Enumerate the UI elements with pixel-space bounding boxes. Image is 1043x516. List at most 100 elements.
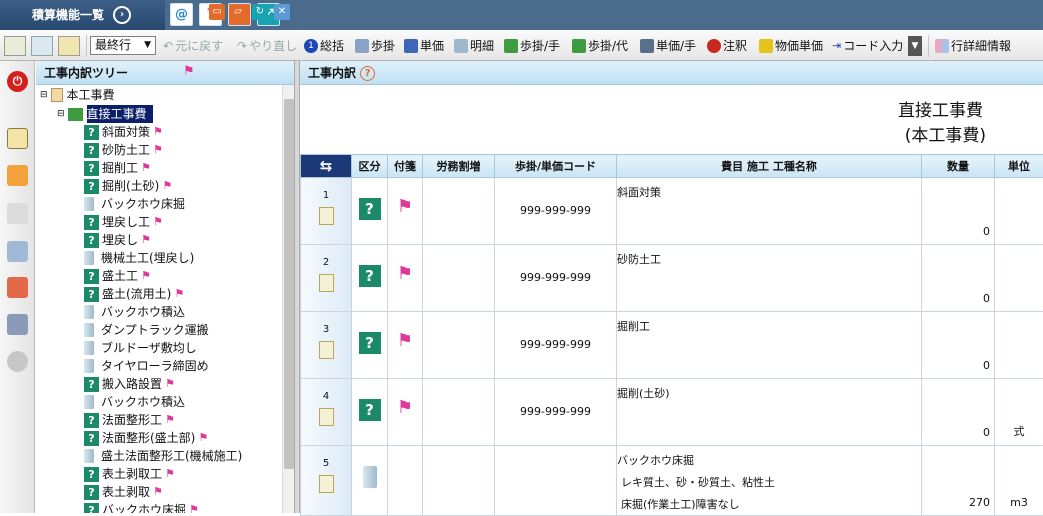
- tree-item[interactable]: ブルドーザ敷均し: [84, 339, 197, 357]
- flag-icon[interactable]: ⚑: [183, 64, 195, 79]
- flag-icon[interactable]: ⚑: [141, 159, 151, 177]
- annotation-button[interactable]: 注釈: [707, 37, 747, 55]
- tree-item[interactable]: ?掘削工⚑: [84, 159, 151, 177]
- table-row[interactable]: 2?⚑999-999-999砂防土工0: [301, 245, 1043, 312]
- settings-icon[interactable]: [7, 351, 28, 372]
- qty-cell[interactable]: 0: [922, 245, 995, 312]
- name-cell[interactable]: 掘削工: [617, 312, 922, 379]
- tools-icon[interactable]: [7, 277, 28, 298]
- name-cell[interactable]: 掘削(土砂): [617, 379, 922, 446]
- row-number-cell[interactable]: 3: [301, 312, 352, 379]
- unit-cell[interactable]: m3: [995, 446, 1043, 516]
- tree-item[interactable]: ダンプトラック運搬: [84, 321, 209, 339]
- qty-cell[interactable]: 0: [922, 312, 995, 379]
- flag-icon[interactable]: ⚑: [165, 375, 175, 393]
- tree-item[interactable]: ?搬入路設置⚑: [84, 375, 175, 393]
- flag-icon[interactable]: ⚑: [165, 411, 175, 429]
- help-icon[interactable]: ?: [360, 66, 375, 81]
- edit-icon[interactable]: [319, 207, 334, 225]
- tree-item[interactable]: ?表土剥取⚑: [84, 483, 163, 501]
- flag-icon[interactable]: ⚑: [162, 177, 172, 195]
- tree-item[interactable]: ?斜面対策⚑: [84, 123, 163, 141]
- home-icon[interactable]: [7, 165, 28, 186]
- summary-button[interactable]: 1総括: [304, 37, 344, 55]
- folder-open-icon[interactable]: ▱: [230, 4, 246, 20]
- insert-row-icon[interactable]: [31, 36, 53, 56]
- sticky-cell[interactable]: ⚑: [388, 379, 423, 446]
- row-position-select[interactable]: 最終行▼: [90, 36, 156, 55]
- tree-item[interactable]: ?埋戻し工⚑: [84, 213, 163, 231]
- tree-item[interactable]: ?表土剥取工⚑: [84, 465, 175, 483]
- edit-icon[interactable]: [319, 341, 334, 359]
- edit-icon[interactable]: [319, 408, 334, 426]
- unit-cell[interactable]: [995, 312, 1043, 379]
- table-row[interactable]: 1?⚑999-999-999斜面対策0: [301, 178, 1043, 245]
- flag-icon[interactable]: ⚑: [198, 429, 208, 447]
- code-input-button[interactable]: ⇥コード入力: [832, 37, 903, 55]
- bukake-button[interactable]: 歩掛: [355, 37, 395, 55]
- toolbar-more-dropdown[interactable]: ▼: [908, 36, 922, 56]
- row-detail-button[interactable]: 行詳細情報: [935, 37, 1011, 55]
- tree-item[interactable]: バックホウ床掘: [84, 195, 185, 213]
- tree-item[interactable]: ?バックホウ床掘⚑: [84, 501, 199, 513]
- reorder-icon[interactable]: ⇆: [301, 155, 352, 178]
- close-icon[interactable]: ✕: [274, 4, 290, 20]
- table-row[interactable]: 4?⚑999-999-999掘削(土砂)0式: [301, 379, 1043, 446]
- row-number-cell[interactable]: 1: [301, 178, 352, 245]
- unit-price-manual-button[interactable]: 単価/手: [640, 37, 696, 55]
- table-row[interactable]: 3?⚑999-999-999掘削工0: [301, 312, 1043, 379]
- folder-icon[interactable]: ▭: [209, 4, 225, 20]
- tree-item[interactable]: 盛土法面整形工(機械施工): [84, 447, 242, 465]
- tree-item[interactable]: ?掘削(土砂)⚑: [84, 177, 172, 195]
- unit-cell[interactable]: 式: [995, 379, 1043, 446]
- table-row[interactable]: 5バックホウ床掘レキ質土、砂・砂質土、粘性土床掘(作業土工)障害なし270m3: [301, 446, 1043, 516]
- price-book-button[interactable]: 物価単価: [759, 37, 823, 55]
- unit-cell[interactable]: [995, 178, 1043, 245]
- folder-icon[interactable]: [7, 241, 28, 262]
- app-title-menu[interactable]: 積算機能一覧 ›: [0, 0, 165, 30]
- row-number-cell[interactable]: 5: [301, 446, 352, 516]
- refresh-icon[interactable]: ↻: [252, 4, 268, 20]
- name-cell[interactable]: 砂防土工: [617, 245, 922, 312]
- flag-icon[interactable]: ⚑: [388, 196, 422, 217]
- flag-icon[interactable]: ⚑: [174, 285, 184, 303]
- tree-item[interactable]: ?砂防土工⚑: [84, 141, 163, 159]
- grid-icon[interactable]: [58, 36, 80, 56]
- undo-button[interactable]: ↶元に戻す: [163, 37, 223, 55]
- tree-root[interactable]: ⊟ 本工事費: [40, 86, 115, 104]
- row-number-cell[interactable]: 4: [301, 379, 352, 446]
- flag-icon[interactable]: ⚑: [388, 263, 422, 284]
- sticky-cell[interactable]: [388, 446, 423, 516]
- bukake-substitute-button[interactable]: 歩掛/代: [572, 37, 628, 55]
- tree-item[interactable]: バックホウ積込: [84, 393, 185, 411]
- scroll-thumb[interactable]: [284, 99, 294, 469]
- tree-item-selected[interactable]: ⊟ 直接工事費: [57, 105, 153, 123]
- collapse-icon[interactable]: ⊟: [57, 105, 65, 123]
- power-icon[interactable]: ⏻: [7, 71, 28, 92]
- flag-icon[interactable]: ⚑: [153, 483, 163, 501]
- flag-icon[interactable]: ⚑: [165, 465, 175, 483]
- tree-scrollbar[interactable]: [282, 85, 294, 513]
- collapse-icon[interactable]: ⊟: [40, 86, 48, 104]
- sticky-cell[interactable]: ⚑: [388, 178, 423, 245]
- tree-item[interactable]: ?盛土(流用土)⚑: [84, 285, 184, 303]
- at-icon[interactable]: @: [170, 3, 193, 26]
- unit-price-button[interactable]: 単価: [404, 37, 444, 55]
- edit-icon[interactable]: [319, 274, 334, 292]
- flag-icon[interactable]: ⚑: [388, 330, 422, 351]
- tree-item[interactable]: ?法面整形工⚑: [84, 411, 175, 429]
- flag-icon[interactable]: ⚑: [153, 123, 163, 141]
- detail-button[interactable]: 明細: [454, 37, 494, 55]
- sticky-cell[interactable]: ⚑: [388, 312, 423, 379]
- name-cell[interactable]: 斜面対策: [617, 178, 922, 245]
- qty-cell[interactable]: 0: [922, 178, 995, 245]
- print-icon[interactable]: [7, 314, 28, 335]
- tree-item[interactable]: タイヤローラ締固め: [84, 357, 209, 375]
- name-cell[interactable]: バックホウ床掘レキ質土、砂・砂質土、粘性土床掘(作業土工)障害なし: [617, 446, 922, 516]
- flag-icon[interactable]: ⚑: [189, 501, 199, 513]
- flag-icon[interactable]: ⚑: [153, 213, 163, 231]
- tree-item[interactable]: ?埋戻し⚑: [84, 231, 151, 249]
- flag-icon[interactable]: ⚑: [388, 397, 422, 418]
- edit-icon[interactable]: [319, 475, 334, 493]
- sticky-cell[interactable]: ⚑: [388, 245, 423, 312]
